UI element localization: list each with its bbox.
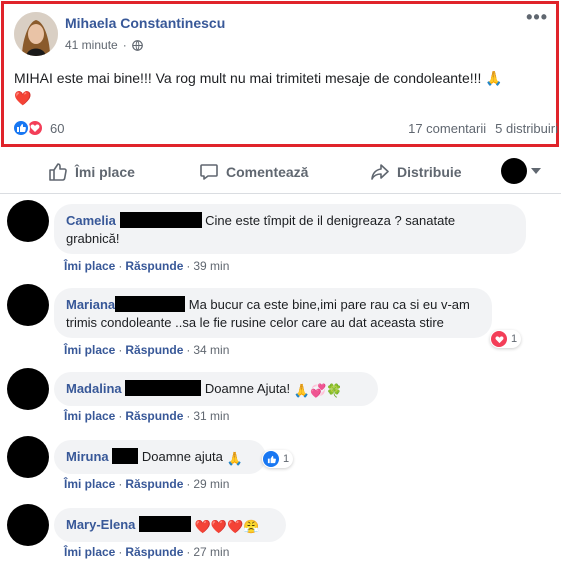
comment-meta: Îmi place · Răspunde · 29 min xyxy=(64,477,229,491)
author-avatar[interactable] xyxy=(14,12,58,56)
reaction-count: 1 xyxy=(511,333,518,345)
separator-dot: · xyxy=(186,477,191,491)
redacted-surname xyxy=(112,448,139,464)
reaction-count: 60 xyxy=(50,120,65,136)
comment-icon xyxy=(200,164,218,180)
comment-meta: Îmi place · Răspunde · 34 min xyxy=(64,343,229,357)
separator-dot: · xyxy=(186,545,191,559)
like-reaction-icon xyxy=(263,451,279,467)
globe-icon xyxy=(131,39,143,51)
redacted-surname xyxy=(125,380,202,396)
comment-button[interactable]: Comentează xyxy=(199,162,308,182)
comment-time[interactable]: 31 min xyxy=(193,409,229,423)
post-meta: 41 minute · xyxy=(65,38,143,52)
share-button[interactable]: Distribuie xyxy=(370,162,462,182)
comment-text-cont: grabnică! xyxy=(66,231,120,246)
viewer-avatar[interactable] xyxy=(501,158,527,184)
comment-reply-link[interactable]: Răspunde xyxy=(125,545,183,559)
shares-count-link[interactable]: 5 distribuiri xyxy=(495,121,558,136)
commenter-name[interactable]: Mary-Elena xyxy=(66,517,135,532)
redacted-surname xyxy=(115,296,186,312)
separator-dot: · xyxy=(118,259,123,273)
comment-emojis: 🙏💞🍀 xyxy=(293,383,343,398)
separator-dot: · xyxy=(122,38,127,52)
comment-time[interactable]: 39 min xyxy=(193,259,229,273)
separator-dot: · xyxy=(118,477,123,491)
like-button[interactable]: Îmi place xyxy=(48,162,135,182)
comment-time[interactable]: 34 min xyxy=(193,343,229,357)
comment-reply-link[interactable]: Răspunde xyxy=(125,477,183,491)
comment-text: Ma bucur ca este bine,imi pare rau ca si… xyxy=(188,297,470,312)
post-time[interactable]: 41 minute xyxy=(65,38,118,52)
share-icon xyxy=(371,164,389,180)
post-text: MIHAI este mai bine!!! Va rog mult nu ma… xyxy=(14,68,554,108)
commenter-avatar[interactable] xyxy=(7,200,49,242)
commenter-name[interactable]: Mariana xyxy=(66,297,115,312)
comment-like-link[interactable]: Îmi place xyxy=(64,409,115,423)
post-card: Mihaela Constantinescu 41 minute · ••• M… xyxy=(1,1,559,147)
comment-like-link[interactable]: Îmi place xyxy=(64,545,115,559)
comment-reaction-badge[interactable]: 1 xyxy=(490,330,522,348)
separator-dot: · xyxy=(186,259,191,273)
share-button-label: Distribuie xyxy=(397,164,462,180)
commenter-name[interactable]: Madalina xyxy=(66,381,122,396)
chevron-down-icon[interactable] xyxy=(531,168,541,174)
thumbs-up-icon xyxy=(49,163,67,181)
separator-dot: · xyxy=(118,343,123,357)
like-reaction-icon xyxy=(12,119,30,137)
heart-emoji: ❤️ xyxy=(14,90,32,106)
comment-text: Doamne Ajuta! xyxy=(204,381,291,396)
comment-like-link[interactable]: Îmi place xyxy=(64,259,115,273)
comment-reaction-badge[interactable]: 1 xyxy=(262,450,294,468)
redacted-surname xyxy=(139,516,191,532)
author-name[interactable]: Mihaela Constantinescu xyxy=(65,15,225,31)
reaction-count: 1 xyxy=(283,453,290,465)
comment-meta: Îmi place · Răspunde · 27 min xyxy=(64,545,229,559)
comment-text: Doamne ajuta xyxy=(141,449,223,464)
commenter-avatar[interactable] xyxy=(7,284,49,326)
action-bar: Îmi place Comentează Distribuie xyxy=(0,148,561,194)
comment-meta: Îmi place · Răspunde · 31 min xyxy=(64,409,229,423)
separator-dot: · xyxy=(186,409,191,423)
comments-count-link[interactable]: 17 comentarii xyxy=(408,121,486,136)
comment-text: Cine este tîmpit de il denigreaza ? sana… xyxy=(205,213,456,228)
reactions-summary[interactable]: 60 xyxy=(12,119,64,137)
commenter-name[interactable]: Camelia xyxy=(66,213,116,228)
comment-bubble: Miruna Doamne ajuta 🙏 xyxy=(54,440,266,474)
comment-like-link[interactable]: Îmi place xyxy=(64,343,115,357)
comment-reply-link[interactable]: Răspunde xyxy=(125,343,183,357)
post-text-line: MIHAI este mai bine!!! Va rog mult nu ma… xyxy=(14,70,503,86)
separator-dot: · xyxy=(118,409,123,423)
commenter-name[interactable]: Miruna xyxy=(66,449,109,464)
commenter-avatar[interactable] xyxy=(7,504,49,546)
comment-reply-link[interactable]: Răspunde xyxy=(125,259,183,273)
separator-dot: · xyxy=(186,343,191,357)
comment-button-label: Comentează xyxy=(226,164,309,180)
comment-emojis: 🙏 xyxy=(226,451,243,466)
commenter-avatar[interactable] xyxy=(7,436,49,478)
comment-bubble: Mariana Ma bucur ca este bine,imi pare r… xyxy=(54,288,492,338)
commenter-avatar[interactable] xyxy=(7,368,49,410)
comment-bubble: Mary-Elena ❤️❤️❤️😤 xyxy=(54,508,286,542)
more-options-icon[interactable]: ••• xyxy=(526,8,548,26)
comment-meta: Îmi place · Răspunde · 39 min xyxy=(64,259,229,273)
love-reaction-icon xyxy=(491,331,507,347)
post-stats: 60 17 comentarii 5 distribuiri xyxy=(12,118,558,138)
separator-dot: · xyxy=(118,545,123,559)
comment-bubble: Camelia Cine este tîmpit de il denigreaz… xyxy=(54,204,526,254)
comment-reply-link[interactable]: Răspunde xyxy=(125,409,183,423)
comment-time[interactable]: 27 min xyxy=(193,545,229,559)
comment-like-link[interactable]: Îmi place xyxy=(64,477,115,491)
comment-text-cont: trimis condoleante ..sa le fie rusine ce… xyxy=(66,315,444,330)
stats-right: 17 comentarii 5 distribuiri xyxy=(408,121,558,136)
comment-time[interactable]: 29 min xyxy=(193,477,229,491)
comment-emojis: ❤️❤️❤️😤 xyxy=(194,519,260,534)
like-button-label: Îmi place xyxy=(75,164,135,180)
redacted-surname xyxy=(119,212,202,228)
comment-bubble: Madalina Doamne Ajuta! 🙏💞🍀 xyxy=(54,372,378,406)
